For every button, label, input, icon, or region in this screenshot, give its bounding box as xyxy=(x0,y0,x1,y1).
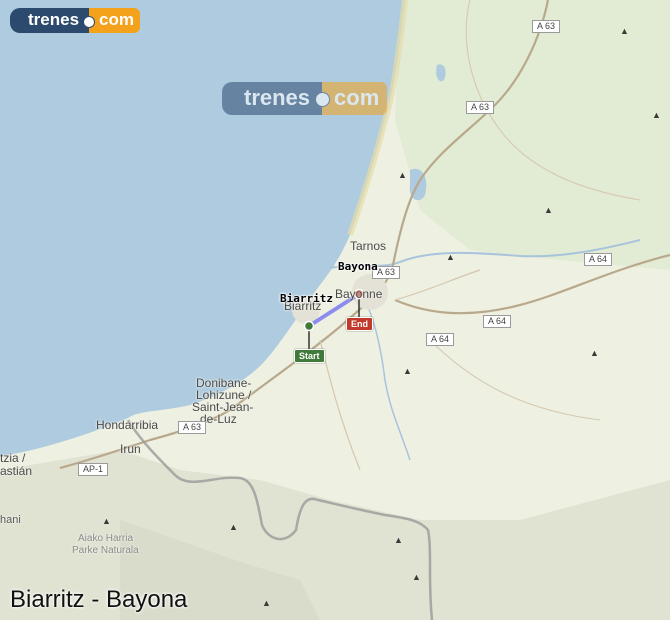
road-label-a63-mid: A 63 xyxy=(466,101,495,114)
place-bayonne: Bayonne xyxy=(335,287,383,301)
road-label-a64-west: A 64 xyxy=(426,333,455,346)
tree-icon: ▲ xyxy=(412,572,421,582)
watermark-part1: trenes xyxy=(222,82,331,115)
place-tzia: tzia / xyxy=(0,451,26,465)
tree-icon: ▲ xyxy=(620,26,629,36)
tree-icon: ▲ xyxy=(394,535,403,545)
tree-icon: ▲ xyxy=(403,366,412,376)
map-canvas[interactable]: trenes com trenes com Tarnos Bayonne Bia… xyxy=(0,0,670,620)
tree-icon: ▲ xyxy=(652,110,661,120)
tree-icon: ▲ xyxy=(590,348,599,358)
watermark-part2: com xyxy=(322,82,388,115)
logo-part2: com xyxy=(89,8,140,33)
tree-icon: ▲ xyxy=(102,516,111,526)
start-badge[interactable]: Start xyxy=(294,349,325,363)
watermark-logo: trenes com xyxy=(222,82,388,115)
destination-station-label: Bayona xyxy=(338,260,378,273)
origin-station-label: Biarritz xyxy=(280,292,333,305)
place-hondarribia: Hondarribia xyxy=(96,418,159,432)
route-title: Biarritz - Bayona xyxy=(10,586,188,613)
road-label-a64-mid: A 64 xyxy=(483,315,512,328)
tree-icon: ▲ xyxy=(544,205,553,215)
road-label-a63-south: A 63 xyxy=(178,421,207,434)
place-irun: Irun xyxy=(120,442,141,456)
road-label-a64-east: A 64 xyxy=(584,253,613,266)
start-marker xyxy=(303,320,315,332)
tree-icon: ▲ xyxy=(262,598,271,608)
road-label-ap1: AP-1 xyxy=(78,463,109,476)
road-label-a63-north: A 63 xyxy=(532,20,561,33)
place-aiako: Aiako Harria xyxy=(78,533,134,544)
logo-dot-icon xyxy=(83,15,96,28)
tree-icon: ▲ xyxy=(229,522,238,532)
place-hani: hani xyxy=(0,514,21,526)
place-astian: astián xyxy=(0,464,33,478)
tree-icon: ▲ xyxy=(446,252,455,262)
place-tarnos: Tarnos xyxy=(350,239,387,253)
tree-icon: ▲ xyxy=(398,170,407,180)
end-badge[interactable]: End xyxy=(346,317,373,331)
logo-part1: trenes xyxy=(10,8,96,33)
place-parke: Parke Naturala xyxy=(72,545,139,556)
trenes-logo[interactable]: trenes com xyxy=(10,8,140,33)
watermark-dot-icon xyxy=(315,91,331,107)
